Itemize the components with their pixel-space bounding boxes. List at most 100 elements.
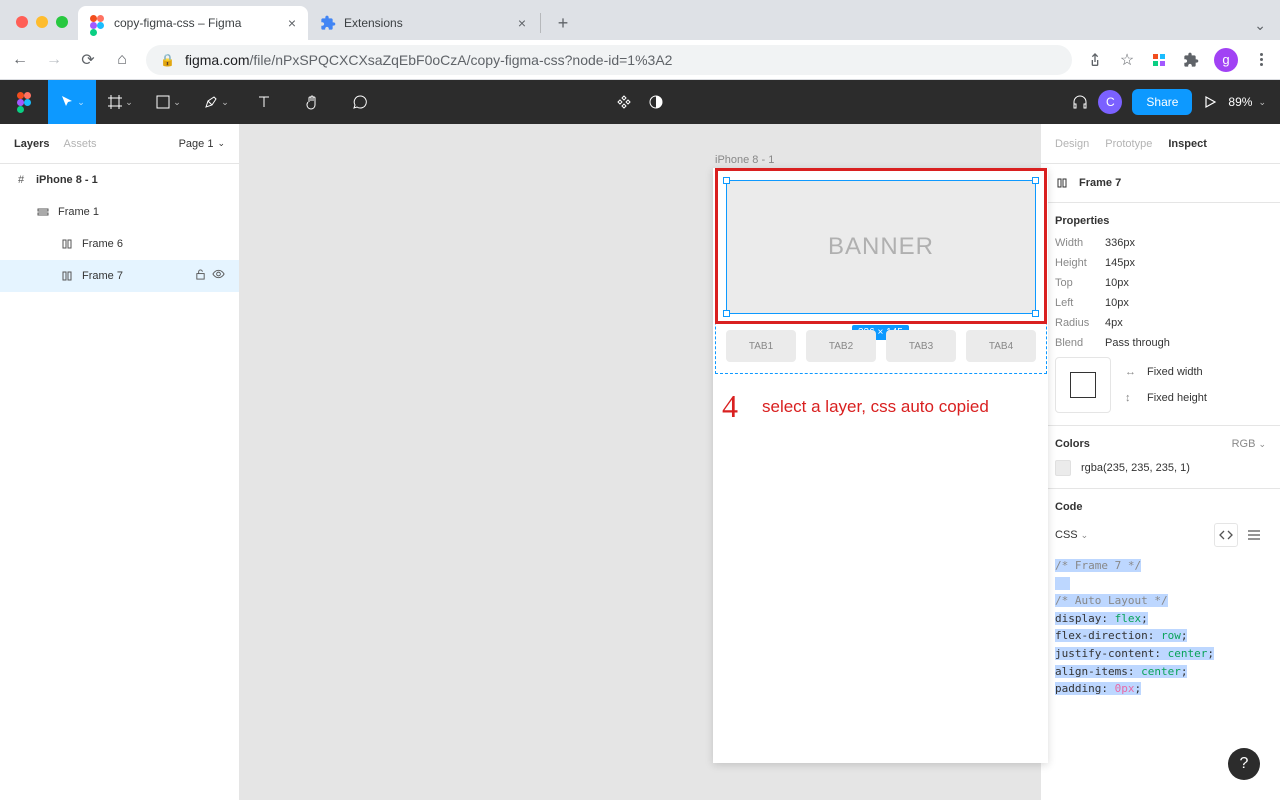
- hand-tool[interactable]: [288, 80, 336, 124]
- autolayout-icon: [36, 205, 50, 219]
- pen-tool[interactable]: ⌄: [192, 80, 240, 124]
- browser-tab-figma[interactable]: copy-figma-css – Figma ×: [78, 6, 308, 40]
- selected-frame-banner[interactable]: BANNER: [726, 180, 1036, 314]
- extension-favicon-icon: [320, 15, 336, 31]
- tab-title: copy-figma-css – Figma: [114, 16, 280, 30]
- frame-tool[interactable]: ⌄: [96, 80, 144, 124]
- color-format-selector[interactable]: RGB⌄: [1232, 438, 1266, 450]
- lock-icon[interactable]: [195, 269, 206, 283]
- code-heading: Code: [1055, 501, 1266, 513]
- prop-label: Radius: [1055, 317, 1105, 329]
- layer-frame7[interactable]: Frame 7: [0, 260, 239, 292]
- canvas[interactable]: iPhone 8 - 1 BANNER 336 × 145 TAB1 TAB2 …: [240, 124, 1040, 800]
- prop-label: Left: [1055, 297, 1105, 309]
- layer-label: Frame 1: [58, 206, 99, 218]
- code-icon[interactable]: [1214, 523, 1238, 547]
- maximize-window-icon[interactable]: [56, 16, 68, 28]
- present-icon[interactable]: [1202, 80, 1218, 124]
- figma-favicon-icon: [90, 15, 106, 31]
- figma-menu-button[interactable]: [0, 80, 48, 124]
- code-format-selector[interactable]: CSS⌄: [1055, 529, 1088, 541]
- zoom-level[interactable]: 89%⌄: [1228, 95, 1266, 109]
- tab-title: Extensions: [344, 16, 510, 30]
- forward-button: →: [44, 50, 64, 70]
- layer-iphone[interactable]: # iPhone 8 - 1: [0, 164, 239, 196]
- visibility-icon[interactable]: [212, 269, 225, 283]
- chrome-menu-icon[interactable]: [1252, 51, 1270, 69]
- tab-assets[interactable]: Assets: [63, 138, 96, 150]
- headphones-icon[interactable]: [1072, 80, 1088, 124]
- autolayout-icon: [1055, 176, 1069, 190]
- resize-handle-tl[interactable]: [723, 177, 730, 184]
- tab-box[interactable]: TAB4: [966, 330, 1036, 362]
- url-bar: ← → ⟳ ⌂ 🔒 figma.com/file/nPxSPQCXCXsaZqE…: [0, 40, 1280, 80]
- resize-handle-bl[interactable]: [723, 310, 730, 317]
- mask-icon[interactable]: [648, 80, 664, 124]
- tab-box[interactable]: TAB2: [806, 330, 876, 362]
- address-bar[interactable]: 🔒 figma.com/file/nPxSPQCXCXsaZqEbF0oCzA/…: [146, 45, 1072, 75]
- lock-icon: 🔒: [160, 53, 175, 67]
- move-tool[interactable]: ⌄: [48, 80, 96, 124]
- prop-value[interactable]: 4px: [1105, 317, 1123, 329]
- code-block[interactable]: /* Frame 7 */ /* Auto Layout */ display:…: [1055, 557, 1266, 698]
- tab-design[interactable]: Design: [1055, 138, 1089, 150]
- artboard-label[interactable]: iPhone 8 - 1: [715, 154, 774, 166]
- prop-label: Top: [1055, 277, 1105, 289]
- share-button[interactable]: Share: [1132, 89, 1192, 115]
- text-tool[interactable]: [240, 80, 288, 124]
- layer-label: Frame 6: [82, 238, 123, 250]
- tab-box[interactable]: TAB3: [886, 330, 956, 362]
- browser-chrome: copy-figma-css – Figma × Extensions × + …: [0, 0, 1280, 80]
- autolayout-icon: [60, 269, 74, 283]
- constraint-diagram[interactable]: [1055, 357, 1111, 413]
- settings-lines-icon[interactable]: [1242, 523, 1266, 547]
- url-domain: figma.com: [185, 52, 250, 68]
- annotation-number: 4: [722, 388, 738, 425]
- shape-tool[interactable]: ⌄: [144, 80, 192, 124]
- prop-value[interactable]: 145px: [1105, 257, 1135, 269]
- layer-label: Frame 7: [82, 270, 123, 282]
- copy-css-extension-icon[interactable]: [1150, 51, 1168, 69]
- tab-layers[interactable]: Layers: [14, 138, 49, 150]
- prop-value[interactable]: 336px: [1105, 237, 1135, 249]
- help-button[interactable]: ?: [1228, 748, 1260, 780]
- resize-handle-tr[interactable]: [1032, 177, 1039, 184]
- extensions-puzzle-icon[interactable]: [1182, 51, 1200, 69]
- reload-button[interactable]: ⟳: [78, 50, 98, 70]
- tab-overflow-icon[interactable]: ⌄: [1254, 17, 1266, 34]
- profile-avatar[interactable]: g: [1214, 48, 1238, 72]
- color-row[interactable]: rgba(235, 235, 235, 1): [1055, 460, 1266, 476]
- tab-inspect[interactable]: Inspect: [1168, 138, 1207, 150]
- components-icon[interactable]: [616, 80, 632, 124]
- bookmark-icon[interactable]: ☆: [1118, 51, 1136, 69]
- share-icon[interactable]: [1086, 51, 1104, 69]
- constraint-width: Fixed width: [1147, 366, 1203, 378]
- page-selector[interactable]: Page 1⌄: [179, 138, 225, 150]
- tab-box[interactable]: TAB1: [726, 330, 796, 362]
- back-button[interactable]: ←: [10, 50, 30, 70]
- prop-value[interactable]: 10px: [1105, 277, 1129, 289]
- browser-tab-extensions[interactable]: Extensions ×: [308, 6, 538, 40]
- comment-tool[interactable]: [336, 80, 384, 124]
- close-window-icon[interactable]: [16, 16, 28, 28]
- user-avatar[interactable]: C: [1098, 90, 1122, 114]
- window-controls: [10, 16, 78, 40]
- prop-label: Height: [1055, 257, 1105, 269]
- close-tab-icon[interactable]: ×: [288, 15, 296, 31]
- prop-value[interactable]: 10px: [1105, 297, 1129, 309]
- annotation-text: select a layer, css auto copied: [762, 397, 989, 417]
- prop-value[interactable]: Pass through: [1105, 337, 1170, 349]
- minimize-window-icon[interactable]: [36, 16, 48, 28]
- constraint-height: Fixed height: [1147, 392, 1207, 404]
- tab-prototype[interactable]: Prototype: [1105, 138, 1152, 150]
- properties-heading: Properties: [1055, 215, 1266, 227]
- url-path: /file/nPxSPQCXCXsaZqEbF0oCzA/copy-figma-…: [250, 52, 673, 68]
- layers-panel: Layers Assets Page 1⌄ # iPhone 8 - 1 Fra…: [0, 124, 240, 800]
- colors-heading: Colors: [1055, 438, 1090, 450]
- home-button[interactable]: ⌂: [112, 50, 132, 70]
- layer-frame1[interactable]: Frame 1: [0, 196, 239, 228]
- resize-handle-br[interactable]: [1032, 310, 1039, 317]
- close-tab-icon[interactable]: ×: [518, 15, 526, 31]
- layer-frame6[interactable]: Frame 6: [0, 228, 239, 260]
- new-tab-button[interactable]: +: [549, 9, 577, 37]
